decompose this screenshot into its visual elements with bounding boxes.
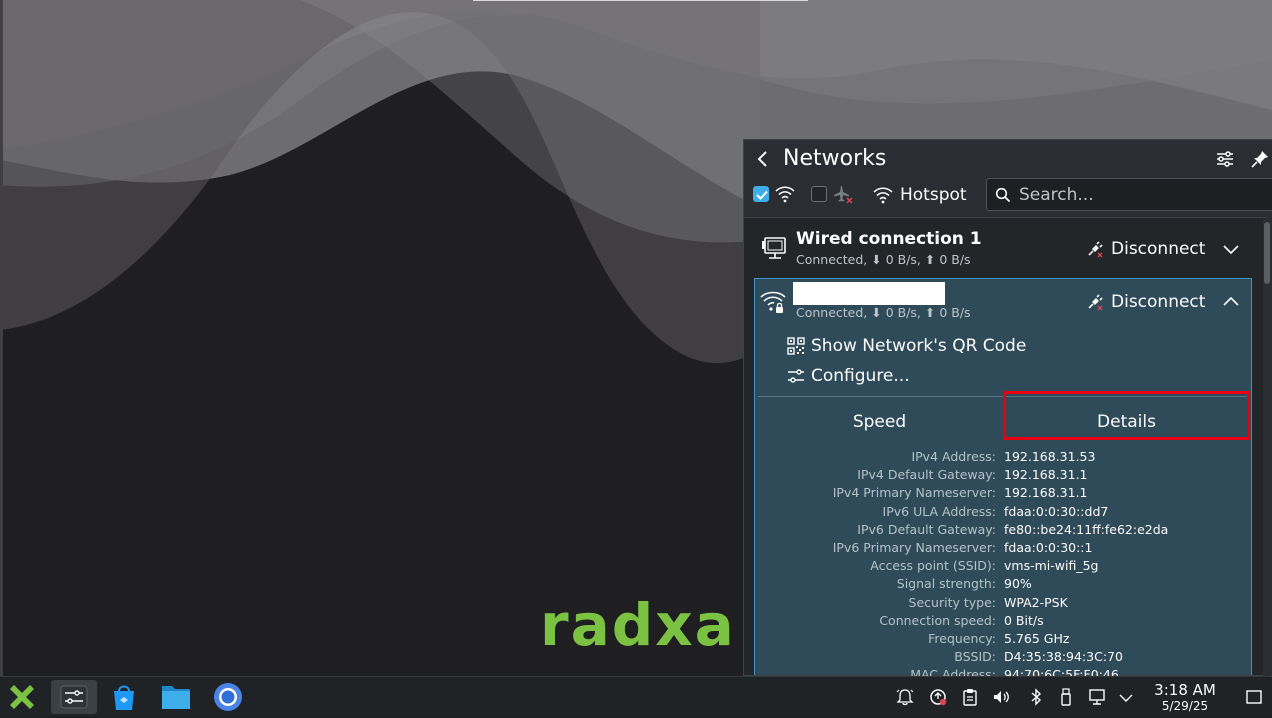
detail-value: D4:35:38:94:3C:70	[1004, 649, 1123, 665]
detail-row: IPv6 Primary Nameserver: fdaa:0:0:30::1	[758, 539, 1248, 557]
wifi-connection-status: Connected, ⬇ 0 B/s, ⬆ 0 B/s	[796, 305, 971, 320]
details-tab-highlight	[1003, 391, 1250, 440]
detail-label: IPv4 Primary Nameserver:	[832, 485, 996, 501]
configure-sliders-icon	[788, 369, 804, 383]
clock-time[interactable]: 3:18 AM	[1144, 682, 1226, 699]
wifi-disconnect-button[interactable]: Disconnect	[1086, 289, 1211, 315]
scrollbar-thumb[interactable]	[1264, 222, 1270, 284]
qr-code-icon	[787, 337, 805, 355]
configure-sliders-icon[interactable]	[1214, 148, 1236, 170]
detail-row: Frequency: 5.765 GHz	[758, 630, 1248, 648]
disconnect-plug-icon	[1088, 294, 1103, 311]
detail-value: 192.168.31.1	[1004, 467, 1088, 483]
system-settings-taskbar-button[interactable]	[51, 680, 97, 714]
chromium-browser-icon[interactable]	[208, 680, 248, 714]
detail-label: Signal strength:	[896, 576, 996, 592]
airplane-mode-icon	[834, 186, 853, 204]
system-settings-icon	[60, 685, 88, 709]
detail-label: Security type:	[908, 594, 996, 610]
detail-value: 192.168.31.53	[1004, 449, 1096, 464]
clipboard-icon[interactable]	[961, 688, 979, 706]
checkmark-icon	[756, 190, 768, 200]
pin-icon[interactable]	[1249, 148, 1271, 170]
panel-title: Networks	[783, 146, 887, 171]
detail-row: Security type: WPA2-PSK	[758, 594, 1248, 612]
detail-value: WPA2-PSK	[1004, 594, 1068, 610]
bluetooth-icon[interactable]	[1027, 688, 1045, 706]
network-wired-icon[interactable]	[1088, 688, 1106, 706]
taskbar: 3:18 AM 5/29/25	[0, 676, 1272, 716]
detail-value: fe80::be24:11ff:fe62:e2da	[1004, 521, 1169, 537]
detail-label: IPv4 Default Gateway:	[857, 467, 996, 483]
wifi-icon	[775, 186, 795, 203]
detail-row: Signal strength: 90%	[758, 575, 1248, 593]
detail-row: IPv4 Address: 192.168.31.53	[758, 448, 1248, 466]
wifi-enable-checkbox[interactable]	[753, 186, 769, 202]
detail-row: Access point (SSID): vms-mi-wifi_5g	[758, 557, 1248, 575]
detail-label: IPv6 ULA Address:	[882, 503, 996, 519]
chevron-up-icon[interactable]	[1221, 292, 1241, 312]
wired-connection-status: Connected, ⬇ 0 B/s, ⬆ 0 B/s	[796, 252, 971, 267]
detail-row: Connection speed: 0 Bit/s	[758, 612, 1248, 630]
detail-label: IPv6 Primary Nameserver:	[832, 540, 996, 555]
wifi-secured-icon	[760, 291, 786, 313]
show-qr-code-button[interactable]: Show Network's QR Code	[787, 334, 1047, 358]
wired-connection-name: Wired connection 1	[796, 229, 982, 249]
scrollbar-track[interactable]	[1263, 218, 1271, 676]
detail-value: vms-mi-wifi_5g	[1004, 558, 1099, 574]
volume-icon[interactable]	[992, 688, 1010, 706]
tab-speed[interactable]: Speed	[758, 404, 1001, 440]
back-arrow-icon[interactable]	[752, 148, 774, 170]
disconnect-label: Disconnect	[1111, 292, 1206, 312]
detail-value: fdaa:0:0:30::dd7	[1004, 503, 1109, 519]
detail-label: Frequency:	[928, 631, 996, 646]
airplane-mode-checkbox[interactable]	[811, 186, 827, 202]
detail-row: IPv6 ULA Address: fdaa:0:0:30::dd7	[758, 503, 1248, 521]
application-launcher-icon[interactable]	[2, 680, 42, 714]
detail-label: IPv4 Address:	[911, 449, 996, 464]
detail-value: 5.765 GHz	[1004, 631, 1070, 646]
detail-row: IPv4 Primary Nameserver: 192.168.31.1	[758, 484, 1248, 502]
discover-store-icon[interactable]	[104, 680, 144, 714]
notifications-bell-icon[interactable]	[896, 688, 914, 706]
panel-header: Networks	[744, 140, 1272, 178]
disconnect-label: Disconnect	[1111, 239, 1206, 259]
detail-value: 0 Bit/s	[1004, 612, 1044, 628]
updates-icon[interactable]	[929, 688, 947, 706]
configure-button[interactable]: Configure...	[787, 364, 947, 388]
detail-value: fdaa:0:0:30::1	[1004, 540, 1093, 555]
search-icon	[995, 187, 1011, 203]
detail-label: Connection speed:	[879, 612, 996, 628]
detail-label: Access point (SSID):	[870, 558, 996, 574]
detail-value: 90%	[1004, 576, 1032, 592]
detail-label: BSSID:	[954, 649, 996, 665]
configure-label: Configure...	[811, 366, 910, 386]
detail-value: 192.168.31.1	[1004, 485, 1088, 501]
hotspot-button[interactable]: Hotspot	[900, 183, 967, 207]
wired-network-icon	[762, 237, 786, 259]
detail-row: IPv4 Default Gateway: 192.168.31.1	[758, 466, 1248, 484]
radxa-logo: radxa	[540, 591, 736, 659]
detail-row: BSSID: D4:35:38:94:3C:70	[758, 648, 1248, 666]
show-desktop-icon[interactable]	[1245, 688, 1263, 706]
disconnect-plug-icon	[1088, 241, 1103, 258]
chevron-down-icon[interactable]	[1221, 239, 1241, 259]
search-input[interactable]	[1017, 182, 1271, 208]
clock-date[interactable]: 5/29/25	[1144, 699, 1226, 713]
redacted-ssid	[793, 282, 945, 305]
chevron-up-tray-icon[interactable]	[1117, 688, 1135, 706]
hotspot-icon	[873, 187, 893, 204]
usb-device-icon[interactable]	[1057, 688, 1075, 706]
qr-code-label: Show Network's QR Code	[811, 336, 1027, 356]
file-manager-icon[interactable]	[156, 680, 196, 714]
detail-label: IPv6 Default Gateway:	[857, 521, 996, 537]
search-field[interactable]	[986, 178, 1272, 211]
wired-disconnect-button[interactable]: Disconnect	[1086, 236, 1211, 262]
window-edge	[473, 0, 808, 1]
detail-row: IPv6 Default Gateway: fe80::be24:11ff:fe6…	[758, 521, 1248, 539]
